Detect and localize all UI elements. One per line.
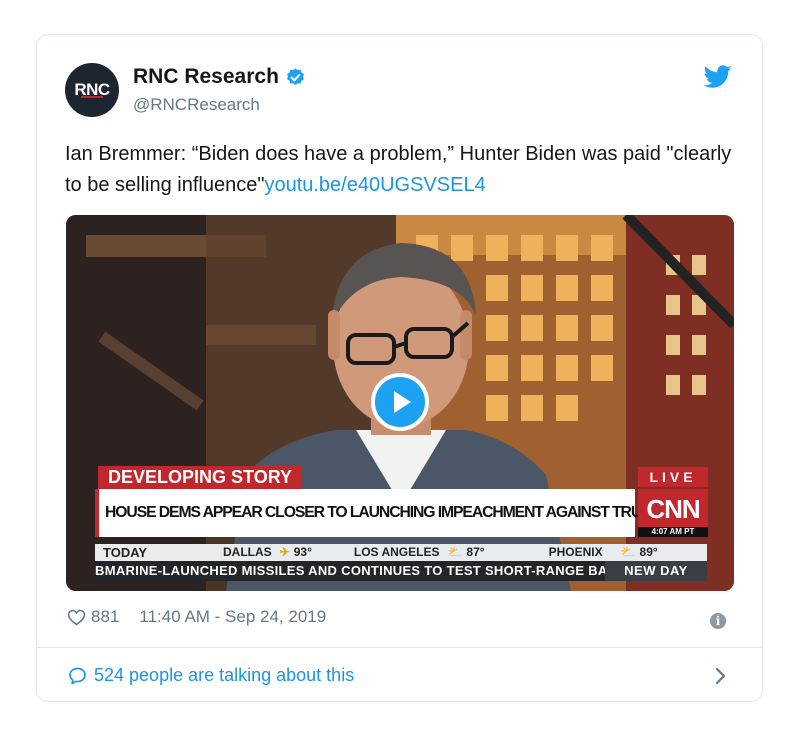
heart-icon[interactable] <box>67 608 86 626</box>
tweet-text: Ian Bremmer: “Biden does have a problem,… <box>65 139 745 201</box>
chyron-headline: HOUSE DEMS APPEAR CLOSER TO LAUNCHING IM… <box>95 489 664 537</box>
weather-temp: 93° <box>293 545 312 559</box>
weather-city: DALLAS <box>223 545 272 559</box>
weather-temp: 89° <box>639 545 658 559</box>
partly-cloudy-icon: ⛅ <box>620 545 636 559</box>
tweet-timestamp[interactable]: 11:40 AM - Sep 24, 2019 <box>139 607 326 627</box>
play-icon <box>394 391 411 413</box>
play-button[interactable] <box>371 373 429 431</box>
divider <box>37 647 762 648</box>
developing-story-tag: DEVELOPING STORY <box>98 466 303 489</box>
conversation-count-text[interactable]: 524 people are talking about this <box>94 665 354 686</box>
partly-cloudy-icon: ⛅ <box>447 545 463 559</box>
info-icon[interactable]: i <box>710 613 726 629</box>
avatar[interactable]: RNC <box>65 63 119 117</box>
tweet-meta: 881 11:40 AM - Sep 24, 2019 <box>67 607 326 627</box>
tweet-link[interactable]: youtu.be/e40UGSVSEL4 <box>264 174 485 196</box>
weather-temp: 87° <box>466 545 485 559</box>
video-thumbnail[interactable]: DEVELOPING STORY HOUSE DEMS APPEAR CLOSE… <box>66 215 734 591</box>
weather-label: TODAY <box>103 545 148 560</box>
chevron-right-icon[interactable] <box>714 666 728 686</box>
conversation-link[interactable]: 524 people are talking about this <box>67 665 354 686</box>
author-handle[interactable]: @RNCResearch <box>133 95 260 115</box>
twitter-bird-icon[interactable] <box>704 65 732 89</box>
like-count[interactable]: 881 <box>91 607 119 627</box>
tweet-card[interactable]: RNC RNC Research @RNCResearch Ian Bremme… <box>36 34 763 702</box>
avatar-text: RNC <box>74 80 110 99</box>
author-name-row[interactable]: RNC Research <box>133 65 306 89</box>
broadcast-time: 4:07 AM PT <box>638 527 708 537</box>
verified-badge-icon <box>287 67 304 85</box>
live-badge: LIVE <box>638 467 708 487</box>
plane-icon: ✈ <box>279 545 290 559</box>
author-name[interactable]: RNC Research <box>133 65 279 89</box>
show-name: NEW DAY <box>605 561 707 581</box>
news-ticker: BMARINE-LAUNCHED MISSILES AND CONTINUES … <box>95 561 707 581</box>
comment-bubble-icon <box>69 667 86 684</box>
ticker-text: BMARINE-LAUNCHED MISSILES AND CONTINUES … <box>95 563 616 578</box>
weather-bar: TODAY DALLAS ✈ 93° LOS ANGELES ⛅ 87° PHO… <box>95 544 707 561</box>
weather-city: LOS ANGELES <box>353 545 440 559</box>
weather-city: PHOENIX <box>548 545 603 559</box>
